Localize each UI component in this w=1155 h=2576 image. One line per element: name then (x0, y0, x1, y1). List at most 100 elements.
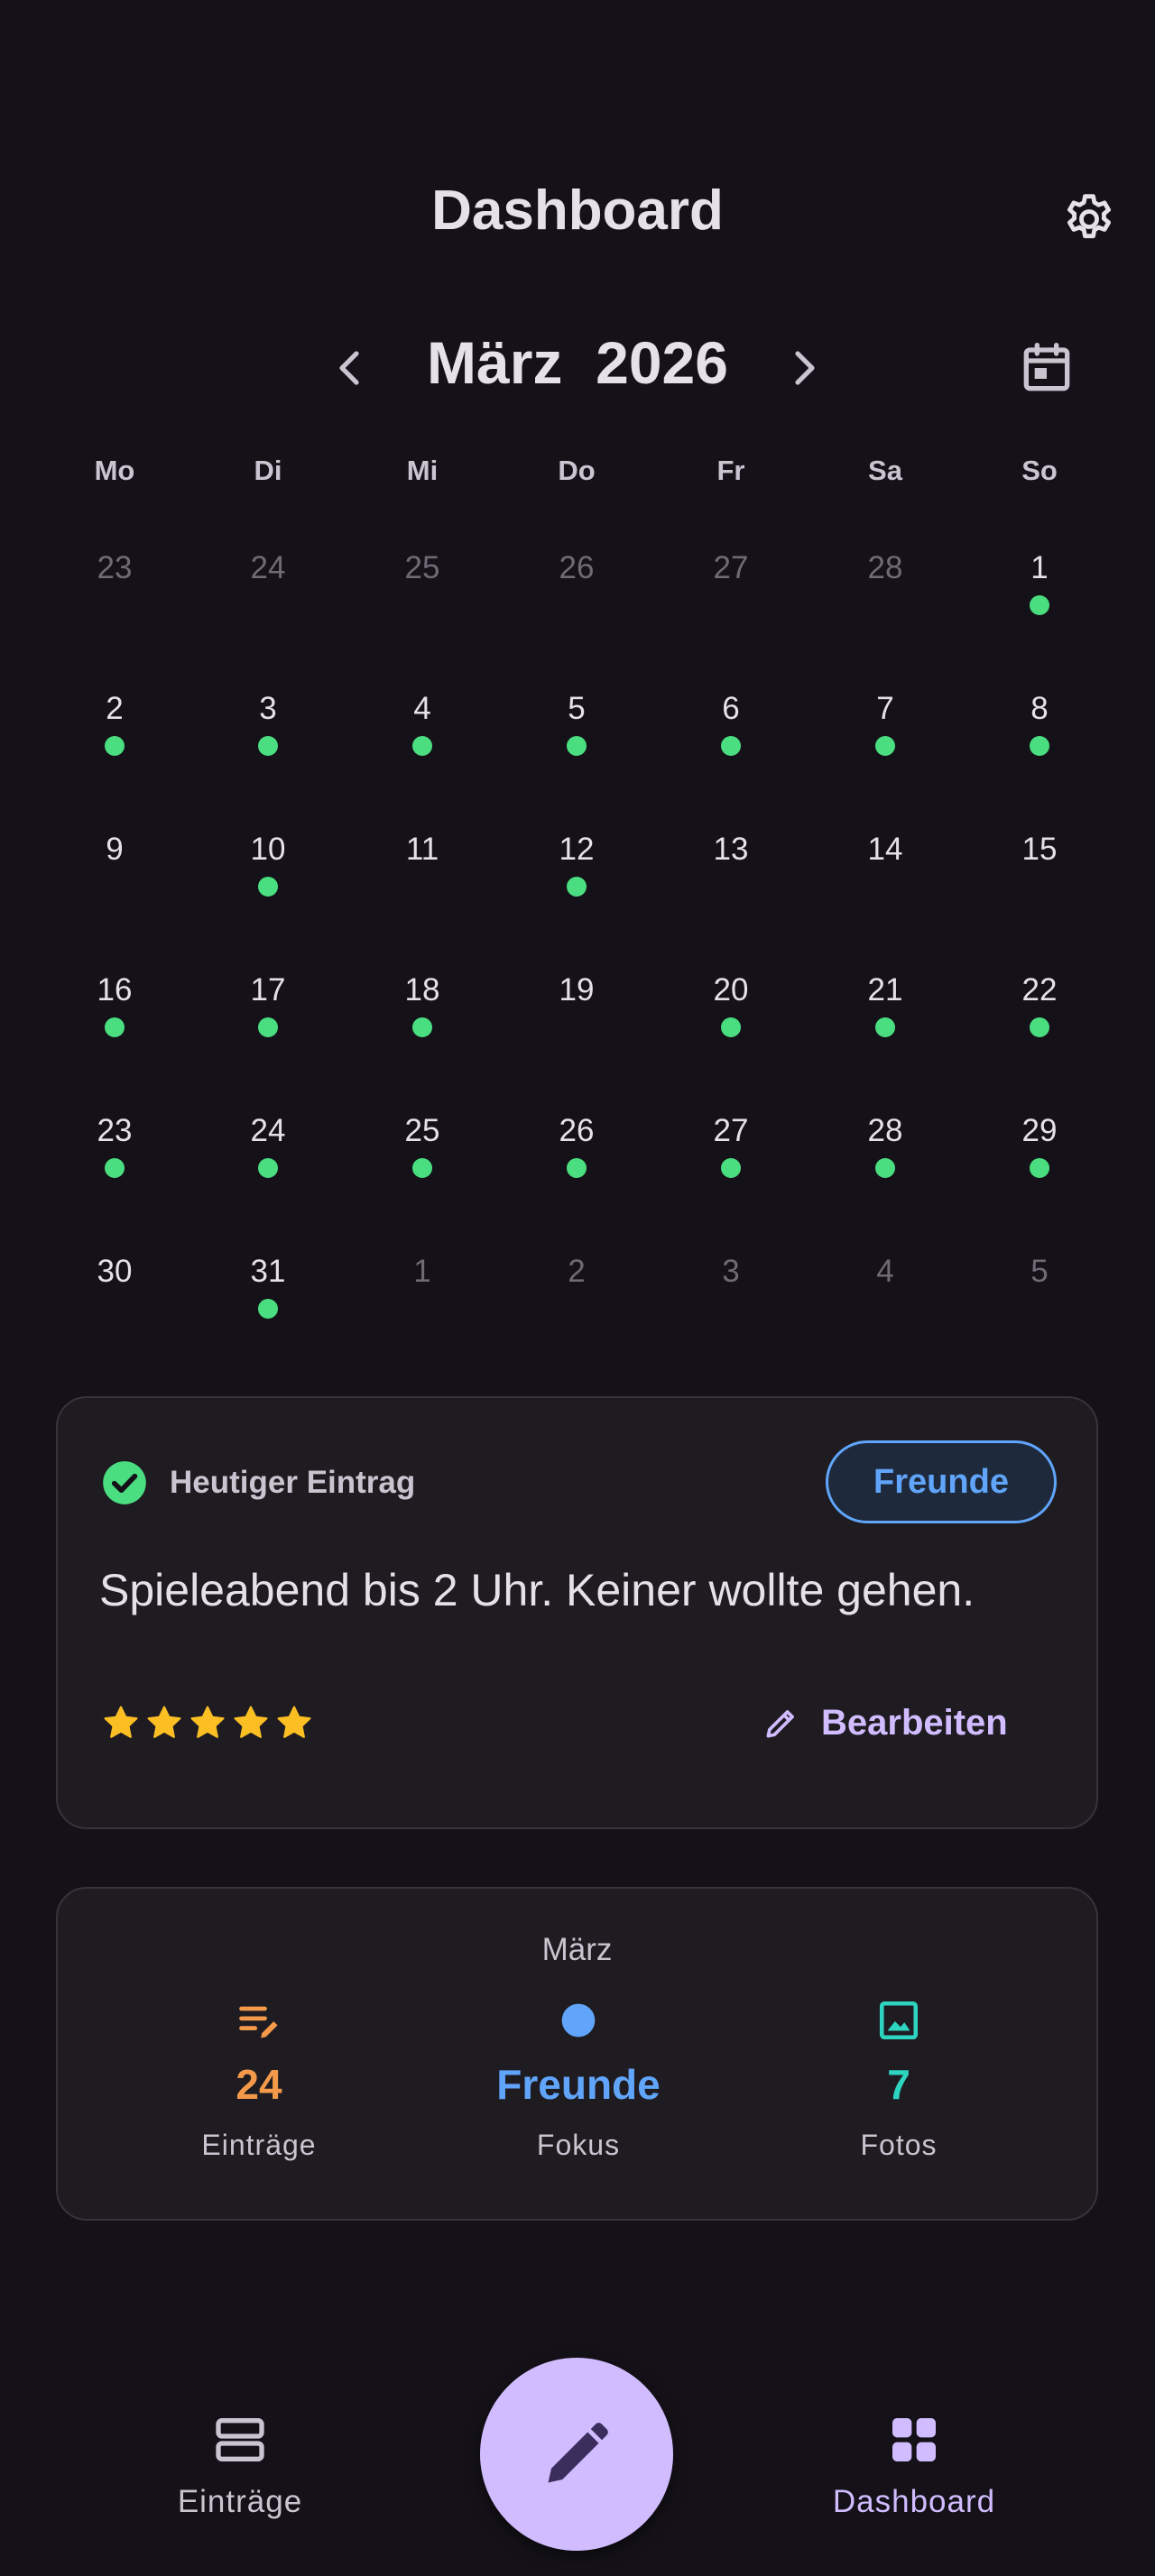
day-number: 4 (413, 691, 431, 726)
stat-photos: 7 Fotos (754, 1995, 1043, 2162)
previous-month-button[interactable] (322, 336, 376, 400)
entry-indicator-dot (875, 1158, 895, 1178)
day-number: 28 (867, 550, 903, 585)
entry-indicator-dot (258, 736, 278, 756)
day-number: 1 (413, 1254, 431, 1289)
calendar-day[interactable]: 3 (681, 1254, 781, 1353)
day-number: 18 (404, 972, 440, 1007)
entry-header-label: Heutiger Eintrag (170, 1465, 416, 1500)
calendar-day[interactable]: 26 (527, 1113, 626, 1212)
calendar-day[interactable]: 31 (218, 1254, 318, 1353)
category-tag-chip[interactable]: Freunde (826, 1440, 1057, 1523)
day-number: 3 (259, 691, 277, 726)
day-number: 25 (404, 1113, 440, 1148)
calendar-day[interactable]: 9 (65, 832, 164, 931)
calendar-day[interactable]: 16 (65, 972, 164, 1072)
weekday-header: Di (254, 455, 282, 486)
calendar-day[interactable]: 29 (990, 1113, 1089, 1212)
weekday-header: Mo (94, 455, 135, 486)
entry-indicator-dot (567, 736, 587, 756)
day-number: 5 (568, 691, 586, 726)
day-number: 2 (568, 1254, 586, 1289)
weekday-header: So (1021, 455, 1058, 486)
entry-indicator-dot (567, 1158, 587, 1178)
day-number: 12 (559, 832, 595, 867)
calendar-day[interactable]: 4 (373, 691, 472, 790)
calendar-day[interactable]: 7 (836, 691, 935, 790)
calendar-day[interactable]: 27 (681, 550, 781, 649)
day-number: 20 (713, 972, 749, 1007)
new-entry-fab[interactable] (480, 2358, 673, 2551)
calendar-day[interactable]: 28 (836, 1113, 935, 1212)
day-number: 16 (97, 972, 133, 1007)
weekday-header: Mi (406, 455, 439, 486)
stat-focus-value: Freunde (496, 2061, 661, 2108)
calendar-day[interactable]: 23 (65, 550, 164, 649)
calendar-day[interactable]: 28 (836, 550, 935, 649)
nav-dashboard-label: Dashboard (832, 2484, 996, 2519)
stat-photos-value: 7 (887, 2061, 910, 2108)
stat-photos-label: Fotos (860, 2129, 938, 2161)
calendar-picker-button[interactable] (1012, 334, 1081, 402)
calendar-day[interactable]: 1 (990, 550, 1089, 649)
calendar-day[interactable]: 11 (373, 832, 472, 931)
calendar-day[interactable]: 19 (527, 972, 626, 1072)
calendar-day[interactable]: 4 (836, 1254, 935, 1353)
entry-indicator-dot (258, 1299, 278, 1319)
day-number: 1 (1030, 550, 1049, 585)
calendar-day[interactable]: 15 (990, 832, 1089, 931)
edit-button[interactable]: Bearbeiten (762, 1687, 1068, 1759)
month-stats-card: März 24 Einträge Freunde Fokus 7 Fotos (56, 1887, 1098, 2221)
day-number: 27 (713, 550, 749, 585)
calendar-day[interactable]: 25 (373, 550, 472, 649)
bottom-navigation: Einträge Dashboard (0, 2327, 1155, 2576)
calendar-day[interactable]: 26 (527, 550, 626, 649)
day-number: 14 (867, 832, 903, 867)
calendar-day[interactable]: 27 (681, 1113, 781, 1212)
calendar-day[interactable]: 21 (836, 972, 935, 1072)
today-entry-card[interactable]: Heutiger Eintrag Freunde Spieleabend bis… (56, 1396, 1098, 1829)
calendar-day[interactable]: 10 (218, 832, 318, 931)
calendar-day[interactable]: 12 (527, 832, 626, 931)
calendar-day[interactable]: 20 (681, 972, 781, 1072)
edit-label: Bearbeiten (821, 1702, 1008, 1743)
weekday-header: Sa (868, 455, 902, 486)
calendar-day[interactable]: 2 (527, 1254, 626, 1353)
calendar-day[interactable]: 1 (373, 1254, 472, 1353)
calendar-day[interactable]: 5 (990, 1254, 1089, 1353)
star-icon (99, 1701, 143, 1744)
entry-indicator-dot (875, 736, 895, 756)
calendar-day[interactable]: 24 (218, 1113, 318, 1212)
calendar-day[interactable]: 24 (218, 550, 318, 649)
day-number: 21 (867, 972, 903, 1007)
day-number: 10 (250, 832, 286, 867)
day-number: 22 (1021, 972, 1058, 1007)
next-month-button[interactable] (778, 336, 832, 400)
nav-item-entries[interactable]: Einträge (123, 2408, 357, 2520)
month-name: März (427, 329, 563, 396)
calendar-day[interactable]: 6 (681, 691, 781, 790)
day-number: 26 (559, 550, 595, 585)
calendar-day[interactable]: 30 (65, 1254, 164, 1353)
nav-item-dashboard[interactable]: Dashboard (797, 2408, 1031, 2520)
page-title: Dashboard (431, 179, 724, 242)
calendar-day[interactable]: 14 (836, 832, 935, 931)
calendar-day[interactable]: 8 (990, 691, 1089, 790)
day-number: 4 (876, 1254, 894, 1289)
entry-indicator-dot (258, 1017, 278, 1037)
calendar-day[interactable]: 25 (373, 1113, 472, 1212)
calendar-day[interactable]: 23 (65, 1113, 164, 1212)
entry-indicator-dot (412, 1158, 432, 1178)
calendar-day[interactable]: 5 (527, 691, 626, 790)
dot-icon (561, 2003, 596, 2038)
day-number: 25 (404, 550, 440, 585)
calendar-day[interactable]: 22 (990, 972, 1089, 1072)
day-number: 3 (722, 1254, 740, 1289)
calendar-day[interactable]: 13 (681, 832, 781, 931)
calendar-day[interactable]: 17 (218, 972, 318, 1072)
calendar-day[interactable]: 18 (373, 972, 472, 1072)
calendar-day[interactable]: 2 (65, 691, 164, 790)
day-number: 24 (250, 550, 286, 585)
calendar-day[interactable]: 3 (218, 691, 318, 790)
settings-button[interactable] (1056, 186, 1123, 253)
